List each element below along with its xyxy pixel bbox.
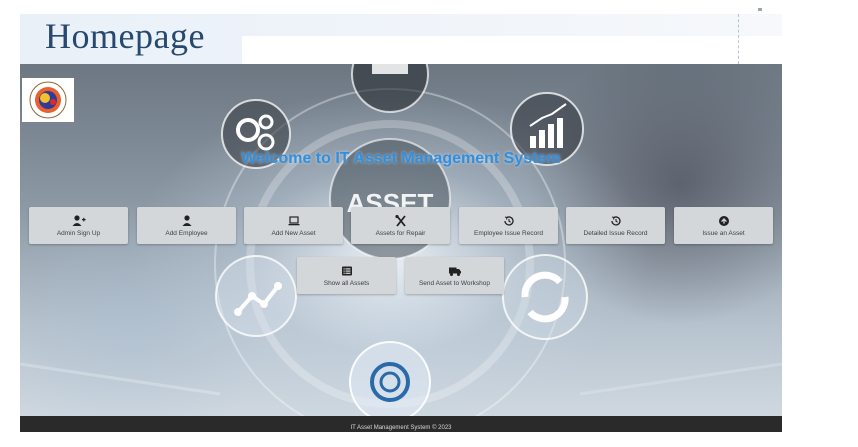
upload-circle-icon xyxy=(718,215,729,226)
issue-an-asset-label: Issue an Asset xyxy=(702,229,745,237)
admin-signup-label: Admin Sign Up xyxy=(56,229,101,237)
employee-issue-record-label: Employee Issue Record xyxy=(473,229,543,237)
assets-for-repair-label: Assets for Repair xyxy=(375,229,426,237)
truck-icon xyxy=(448,267,461,276)
show-all-assets-button[interactable]: Show all Assets xyxy=(297,257,396,294)
add-new-asset-label: Add New Asset xyxy=(271,229,316,237)
add-employee-label: Add Employee xyxy=(165,229,208,237)
show-all-assets-label: Show all Assets xyxy=(323,279,370,287)
tools-icon xyxy=(394,214,406,227)
welcome-heading: Welcome to IT Asset Management System xyxy=(241,150,561,167)
issue-an-asset-button[interactable]: Issue an Asset xyxy=(674,207,773,244)
page-title: Homepage xyxy=(45,16,205,56)
laptop-icon xyxy=(288,215,299,225)
add-employee-button[interactable]: Add Employee xyxy=(137,207,236,244)
send-asset-to-workshop-label: Send Asset to Workshop xyxy=(418,279,491,287)
admin-signup-button[interactable]: Admin Sign Up xyxy=(29,207,128,244)
send-asset-to-workshop-button[interactable]: Send Asset to Workshop xyxy=(405,257,504,294)
detailed-issue-record-label: Detailed Issue Record xyxy=(583,229,648,237)
footer-copyright: IT Asset Management System © 2023 xyxy=(350,425,452,431)
add-new-asset-button[interactable]: Add New Asset xyxy=(244,207,343,244)
logo xyxy=(22,78,74,122)
title-band-cutout xyxy=(242,36,782,64)
detailed-issue-record-button[interactable]: Detailed Issue Record xyxy=(566,207,665,244)
user-plus-icon xyxy=(72,214,86,226)
corner-mark xyxy=(758,8,762,11)
list-icon xyxy=(341,266,352,275)
history-icon xyxy=(503,215,514,226)
assets-for-repair-button[interactable]: Assets for Repair xyxy=(351,207,450,244)
history-icon xyxy=(610,215,621,226)
footer: IT Asset Management System © 2023 xyxy=(20,416,782,432)
hero-banner: ASSET Welcome to IT Asset Management Sys… xyxy=(20,64,782,416)
employee-issue-record-button[interactable]: Employee Issue Record xyxy=(459,207,558,244)
divider xyxy=(738,14,739,64)
institute-logo-icon xyxy=(29,81,67,119)
user-icon xyxy=(182,214,191,226)
